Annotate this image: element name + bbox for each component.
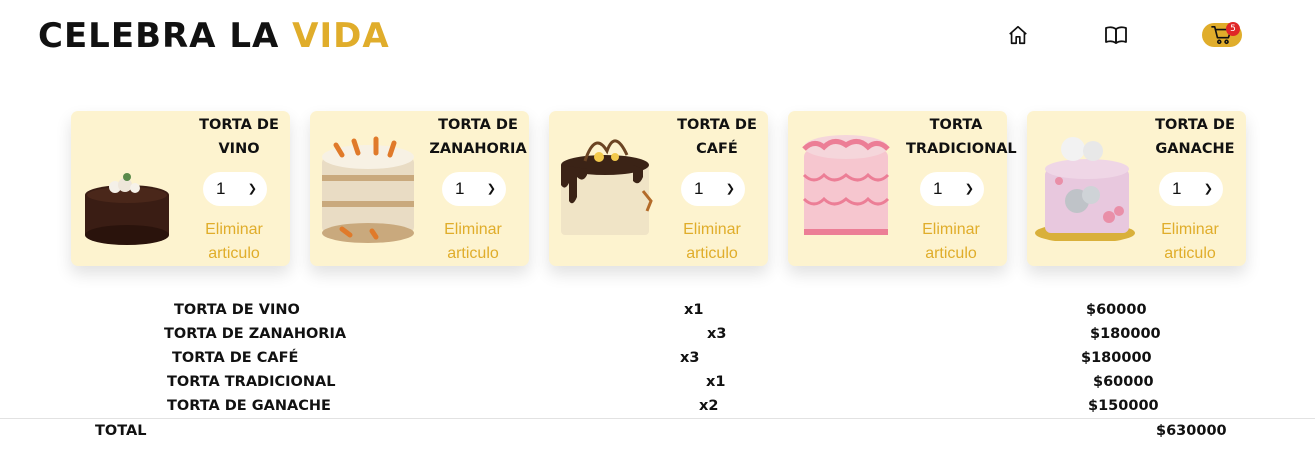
summary-item-name: TORTA TRADICIONAL [167, 374, 336, 390]
card-title: TORTA TRADICIONAL [906, 117, 1017, 157]
cake-image-ganache [1035, 137, 1135, 241]
quantity-select[interactable]: 1 ❯ [681, 172, 745, 206]
cart-item-card: TORTA DE GANACHE 1 ❯ Eliminar articulo [1027, 111, 1246, 266]
cart-item-card: TORTA TRADICIONAL 1 ❯ Eliminar articulo [788, 111, 1017, 266]
summary-item-price: $150000 [1088, 398, 1159, 414]
summary-item-name: TORTA DE VINO [174, 302, 300, 318]
cake-image-zanahoria [322, 136, 414, 243]
cart-button[interactable]: 5 [1202, 22, 1242, 47]
quantity-select[interactable]: 1 ❯ [1159, 172, 1223, 206]
quantity-select[interactable]: 1 ❯ [203, 172, 267, 206]
remove-item-button[interactable]: Eliminar articulo [667, 218, 757, 266]
card-title: TORTA DE VINO [199, 117, 279, 157]
brand-part1: CELEBRA LA [38, 16, 280, 56]
card-title: TORTA DE ZANAHORIA [429, 117, 527, 157]
cake-image-tradicional [802, 135, 890, 235]
cart-item-card: TORTA DE ZANAHORIA 1 ❯ Eliminar articulo [310, 111, 529, 266]
chevron-down-icon: ❯ [1203, 183, 1213, 195]
remove-item-button[interactable]: Eliminar articulo [189, 218, 279, 266]
cart-item-card: TORTA DE VINO 1 ❯ Eliminar articulo [71, 111, 290, 266]
chevron-down-icon: ❯ [247, 183, 257, 195]
brand-logo[interactable]: CELEBRA LA VIDA [38, 14, 390, 58]
summary-item-name: TORTA DE CAFÉ [172, 350, 299, 366]
summary-divider [0, 418, 1315, 419]
card-title: TORTA DE CAFÉ [677, 117, 757, 157]
remove-item-button[interactable]: Eliminar articulo [906, 218, 996, 266]
summary-item-price: $180000 [1081, 350, 1152, 366]
quantity-select[interactable]: 1 ❯ [920, 172, 984, 206]
remove-item-button[interactable]: Eliminar articulo [1145, 218, 1235, 266]
brand-part2: VIDA [292, 16, 390, 56]
summary-item-qty: x2 [699, 398, 719, 414]
chevron-down-icon: ❯ [964, 183, 974, 195]
quantity-value: 1 [933, 179, 943, 198]
chevron-down-icon: ❯ [725, 183, 735, 195]
quantity-value: 1 [694, 179, 704, 198]
summary-item-price: $60000 [1093, 374, 1154, 390]
chevron-down-icon: ❯ [486, 183, 496, 195]
quantity-value: 1 [1172, 179, 1182, 198]
total-value: $630000 [1156, 423, 1227, 439]
summary-item-qty: x1 [684, 302, 704, 318]
quantity-value: 1 [216, 179, 226, 198]
total-label: TOTAL [95, 423, 147, 439]
summary-item-name: TORTA DE GANACHE [167, 398, 331, 414]
summary-item-qty: x3 [707, 326, 727, 342]
card-title: TORTA DE GANACHE [1155, 117, 1235, 157]
home-icon[interactable] [1005, 22, 1031, 48]
cart-item-card: TORTA DE CAFÉ 1 ❯ Eliminar articulo [549, 111, 768, 266]
remove-item-button[interactable]: Eliminar articulo [428, 218, 518, 266]
cart-count-badge: 5 [1226, 22, 1240, 36]
quantity-value: 1 [455, 179, 465, 198]
summary-item-name: TORTA DE ZANAHORIA [164, 326, 347, 342]
summary-item-price: $60000 [1086, 302, 1147, 318]
cake-image-vino [85, 173, 169, 245]
cart-items: TORTA DE VINO 1 ❯ Eliminar articulo TORTA… [71, 111, 1246, 266]
cake-image-cafe [561, 139, 653, 235]
quantity-select[interactable]: 1 ❯ [442, 172, 506, 206]
summary-item-qty: x3 [680, 350, 700, 366]
summary-item-qty: x1 [706, 374, 726, 390]
summary-item-price: $180000 [1090, 326, 1161, 342]
book-icon[interactable] [1103, 22, 1129, 48]
